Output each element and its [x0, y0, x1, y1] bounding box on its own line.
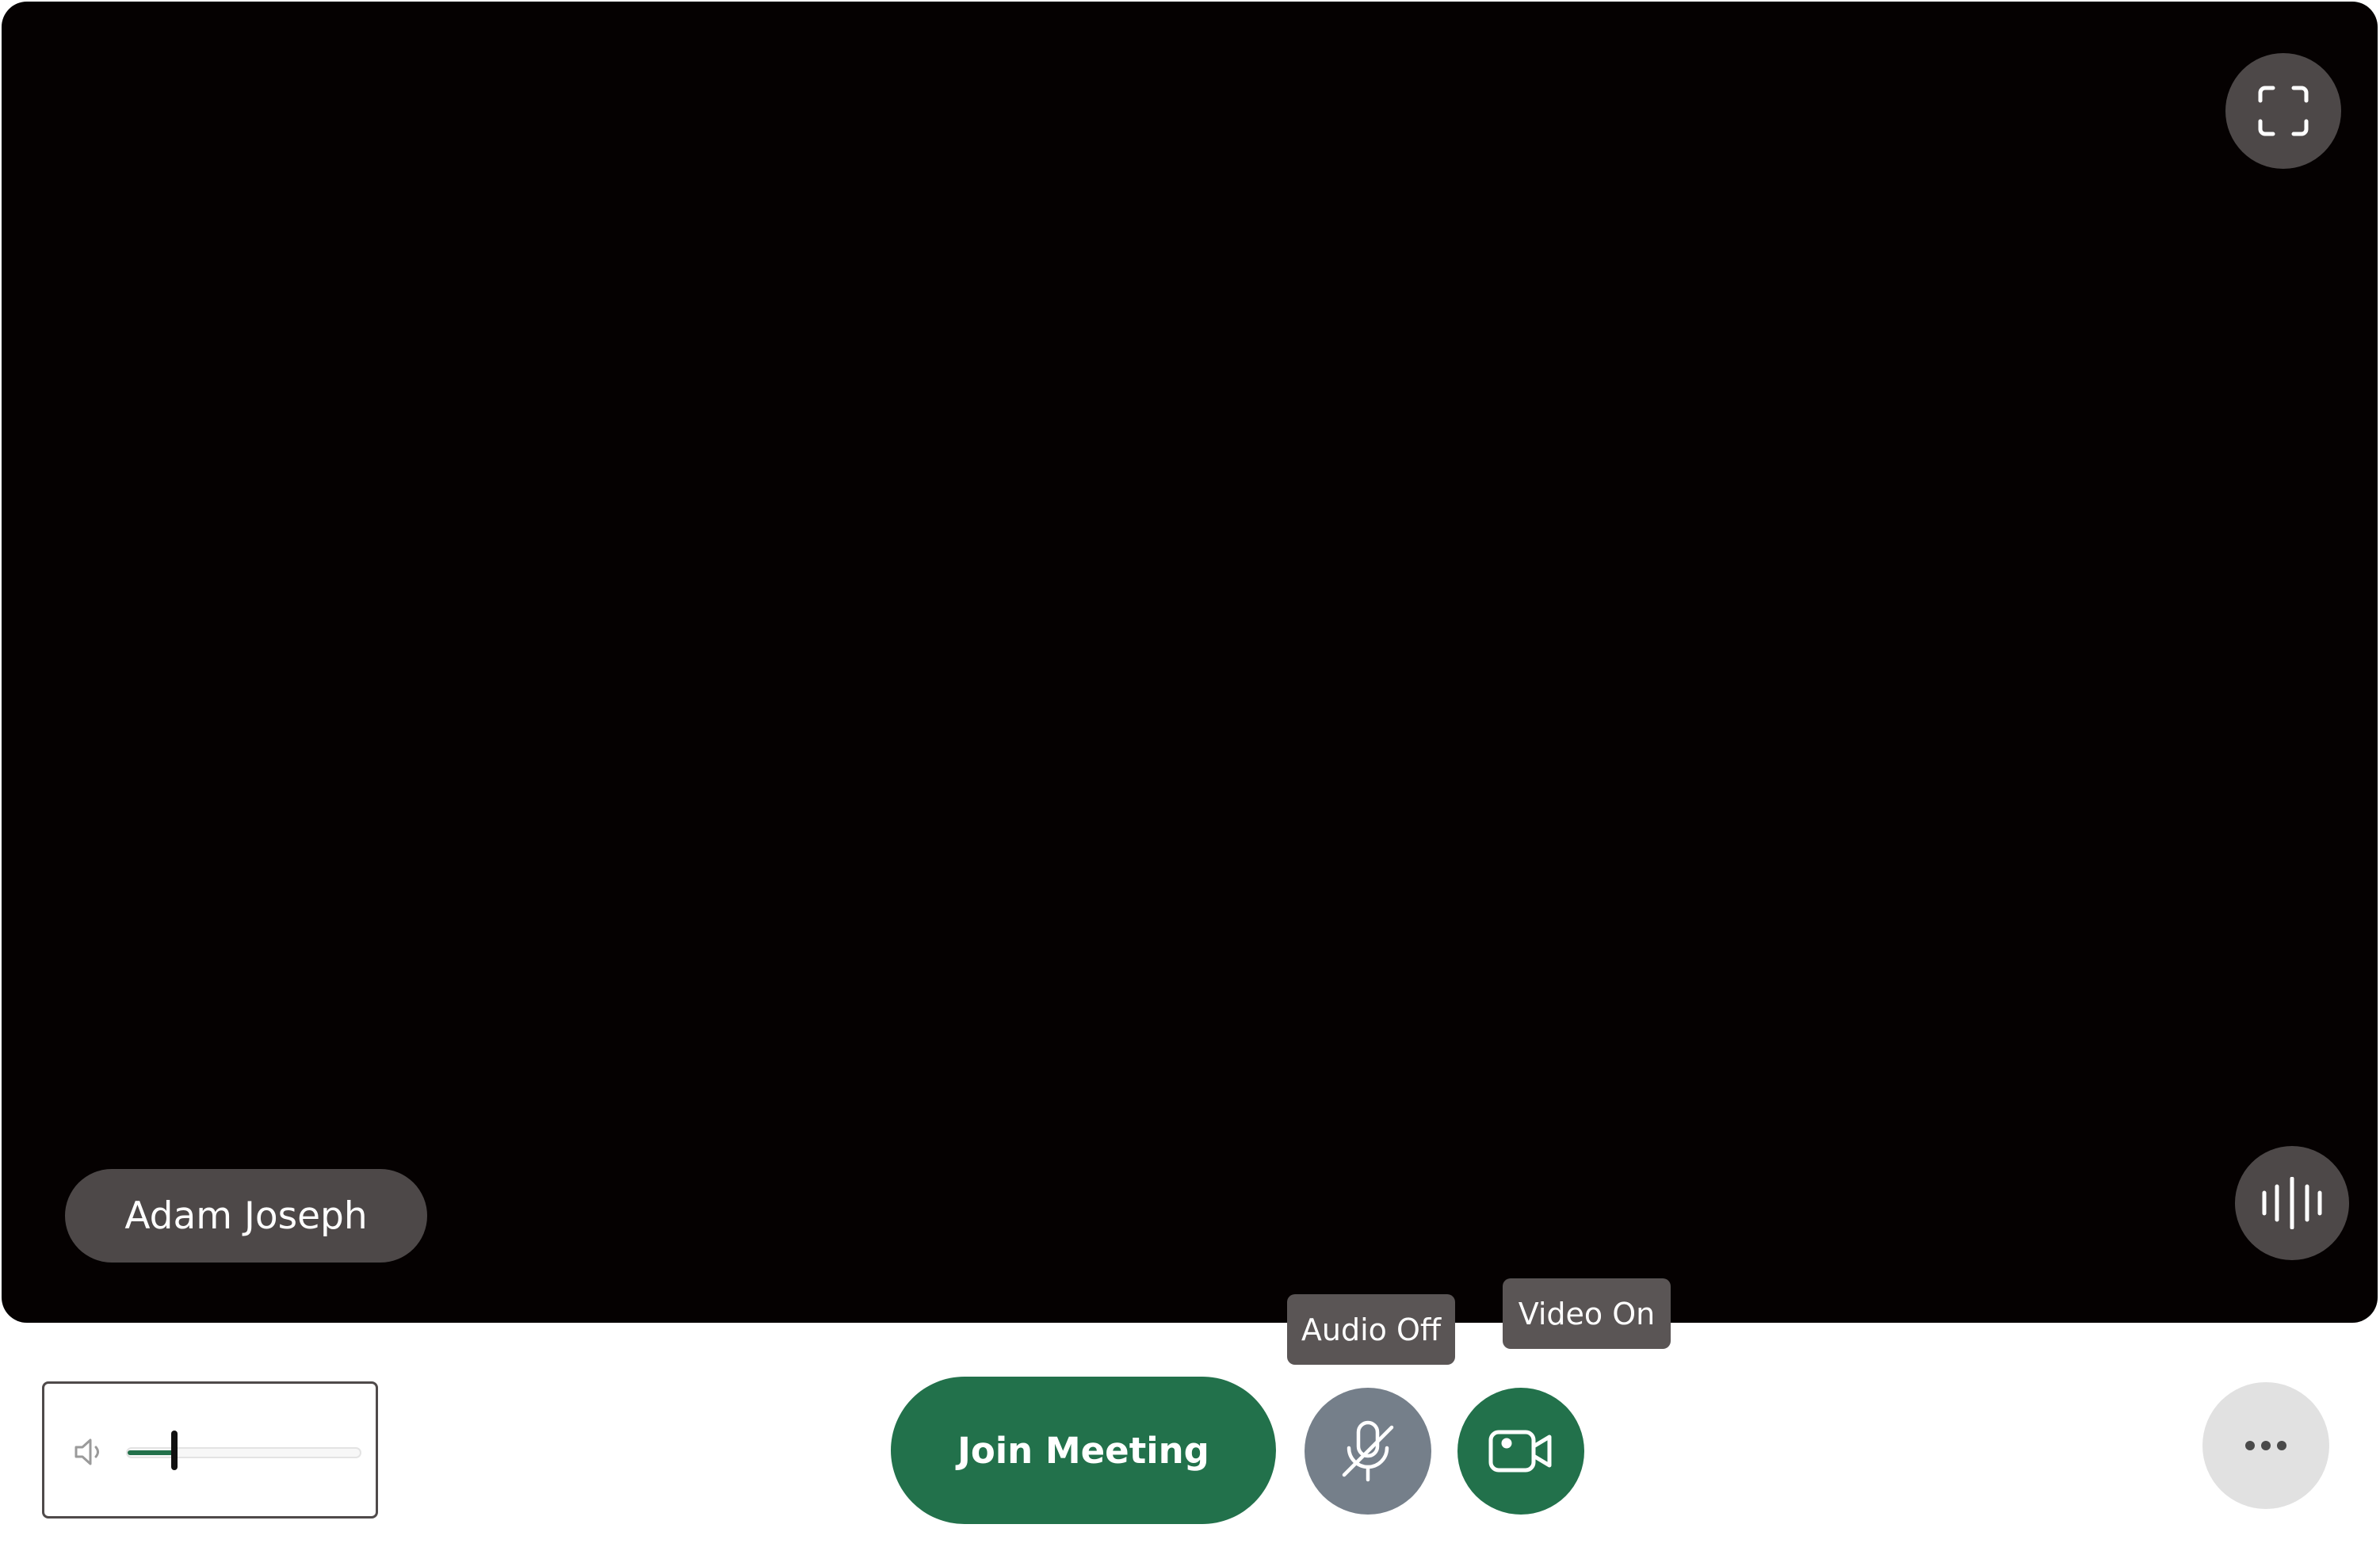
more-options-button[interactable] — [2202, 1382, 2329, 1509]
volume-slider-fill — [128, 1450, 174, 1455]
video-camera-icon — [1488, 1430, 1552, 1473]
join-meeting-button[interactable]: Join Meeting — [891, 1377, 1276, 1524]
volume-control — [42, 1381, 378, 1519]
video-tooltip-text: Video On — [1518, 1296, 1656, 1331]
participant-name-label: Adam Joseph — [65, 1169, 427, 1263]
audio-tooltip: Audio Off — [1287, 1294, 1455, 1365]
video-tooltip: Video On — [1503, 1278, 1671, 1349]
audio-tooltip-text: Audio Off — [1301, 1312, 1442, 1347]
volume-slider-thumb[interactable] — [171, 1431, 178, 1470]
video-toggle-button[interactable] — [1457, 1388, 1584, 1515]
fullscreen-button[interactable] — [2225, 53, 2341, 169]
audio-level-button[interactable] — [2235, 1146, 2349, 1260]
participant-name: Adam Joseph — [124, 1194, 368, 1238]
volume-slider[interactable] — [126, 1431, 361, 1470]
more-horizontal-icon — [2245, 1441, 2286, 1450]
speaker-low-icon — [74, 1438, 99, 1465]
audio-waveform-icon — [2262, 1177, 2322, 1229]
fullscreen-focus-icon — [2258, 86, 2309, 136]
mic-toggle-button[interactable] — [1305, 1388, 1431, 1515]
mic-off-icon — [1342, 1420, 1394, 1482]
video-preview: Adam Joseph — [2, 2, 2378, 1323]
